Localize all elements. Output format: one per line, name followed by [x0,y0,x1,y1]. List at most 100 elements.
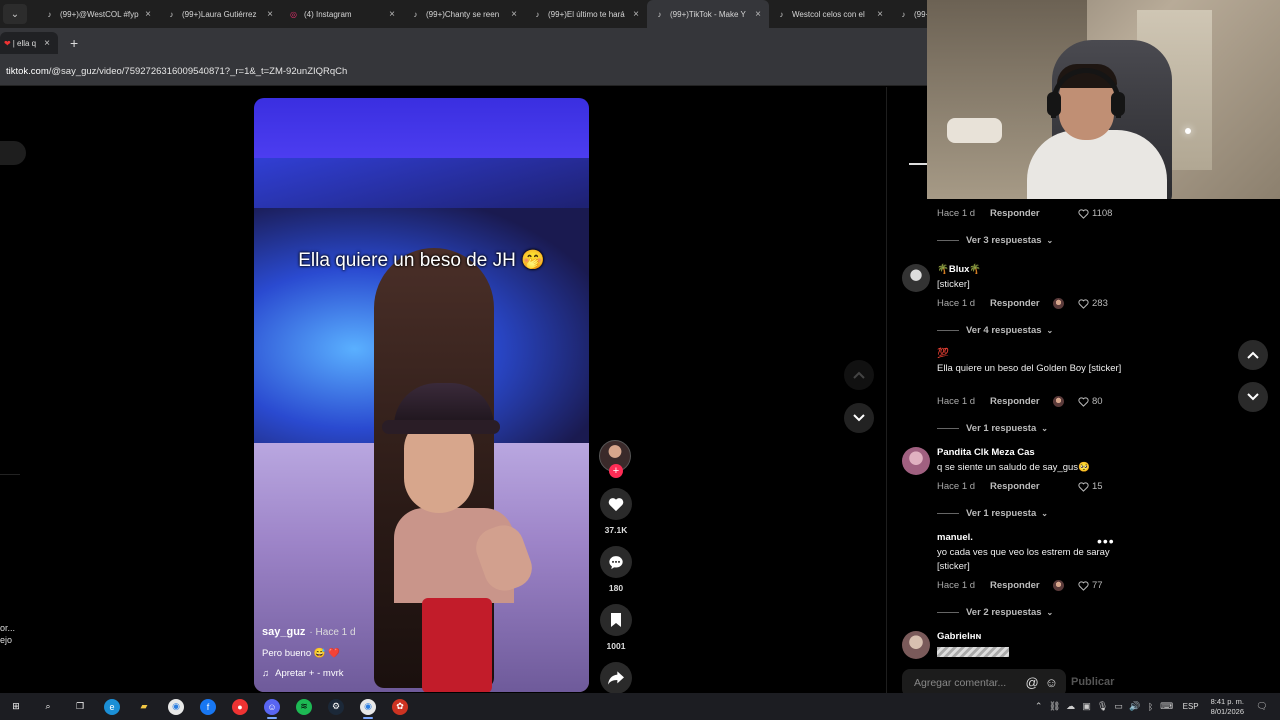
next-video-button[interactable] [844,403,874,433]
commenter-name[interactable]: 💯 [937,348,1127,362]
tab-group-ella[interactable]: ❤ | ella q × [0,32,58,54]
chevron-up-icon[interactable]: ⌃ [1031,701,1047,712]
steam-icon[interactable]: ⚙ [320,693,352,720]
sticker-image[interactable] [937,647,1009,657]
comment-like-button[interactable]: 80 [1078,396,1103,407]
app-icon[interactable]: ✿ [384,693,416,720]
browser-tab[interactable]: ◎ (4) Instagram × [281,0,403,28]
search-icon[interactable]: ⌕ [32,693,64,720]
view-replies-button[interactable]: Ver 4 respuestas ⌄ [937,323,1127,337]
address-bar[interactable]: tiktok.com/@say_guz/video/75927263160095… [0,58,930,86]
reply-button[interactable]: Responder [990,208,1040,219]
view-replies-button[interactable]: Ver 1 respuesta ⌄ [937,421,1127,435]
browser-tab[interactable]: ♪ (99+)Laura Gutiérrez × [159,0,281,28]
comment-button[interactable] [600,546,632,578]
emoji-icon[interactable]: ☺ [1045,675,1058,690]
publish-button[interactable]: Publicar [1071,676,1114,688]
mention-icon[interactable]: @ [1026,675,1039,690]
video-author[interactable]: say_guz · Hace 1 d [262,626,582,638]
commenter-avatar[interactable] [902,447,930,475]
side-chip[interactable] [0,141,26,165]
more-options-icon[interactable]: ••• [1097,533,1115,549]
save-button[interactable] [600,604,632,636]
speaker-icon[interactable]: 🔊 [1127,701,1143,712]
browser-tab[interactable]: ♪ Westcol celos con el × [769,0,891,28]
browser-tab-label: (4) Instagram [304,9,352,19]
view-replies-label: Ver 1 respuesta [966,422,1037,434]
view-replies-button[interactable]: Ver 2 respuestas ⌄ [937,605,1127,619]
link-icon[interactable]: ⛓ [1047,701,1063,712]
reply-button[interactable]: Responder [990,580,1040,591]
close-icon[interactable]: × [511,9,517,20]
reply-button[interactable]: Responder [990,396,1040,407]
display-icon[interactable]: ▭ [1111,701,1127,712]
comment-like-button[interactable]: 283 [1078,298,1108,309]
comment-time: Hace 1 d [937,298,976,309]
author-username[interactable]: say_guz [262,626,305,638]
comment-body: Pandita Clk Meza Cas q se siente un salud… [937,447,1127,475]
facebook-icon[interactable]: f [192,693,224,720]
spotify-icon[interactable]: ≋ [288,693,320,720]
chrome-icon[interactable]: ◉ [160,693,192,720]
video-music[interactable]: ♫ Apretar + - mvrk [262,668,582,679]
previous-video-button[interactable] [844,360,874,390]
comment-like-button[interactable]: 15 [1078,481,1103,492]
file-explorer-icon[interactable]: ▰ [128,693,160,720]
like-button[interactable] [600,488,632,520]
close-icon[interactable]: × [755,9,761,20]
music-note-icon: ♫ [262,668,270,679]
browser-tab[interactable]: ♪ (99+)TikTok - Make Y × [647,0,769,28]
view-replies-button[interactable]: Ver 3 respuestas ⌄ [937,233,1127,247]
scroll-up-button[interactable] [1238,340,1268,370]
reply-button[interactable]: Responder [990,481,1040,492]
tiktok-icon: ♪ [169,9,174,19]
commenter-name[interactable]: Pandita Clk Meza Cas [937,447,1127,461]
notifications-icon[interactable]: 🗨 [1254,701,1270,712]
commenter-avatar[interactable] [902,264,930,292]
close-icon[interactable]: × [145,9,151,20]
follow-plus-icon[interactable]: + [609,464,623,478]
comment-text: [sticker] [937,279,970,290]
bluetooth-icon[interactable]: ᛒ [1143,702,1159,712]
comment-like-button[interactable]: 77 [1078,580,1103,591]
tab-search-button[interactable]: ⌄ [3,4,27,24]
close-icon[interactable]: × [44,38,50,49]
close-icon[interactable]: × [267,9,273,20]
browser-tab[interactable]: ♪ (99+)Chanty se reen × [403,0,525,28]
comment-like-button[interactable]: 1108 [1078,208,1112,219]
reply-button[interactable]: Responder [990,298,1040,309]
language-indicator[interactable]: ESP [1183,702,1199,711]
commenter-name[interactable]: 🌴Blux🌴 [937,264,1127,278]
network-icon[interactable]: ⌨ [1159,701,1175,712]
windows-start-icon[interactable]: ⊞ [0,693,32,720]
browser-tab[interactable]: ♪ (99+)@WestCOL #fyp × [37,0,159,28]
close-icon[interactable]: × [389,9,395,20]
edge-icon[interactable]: e [96,693,128,720]
clock[interactable]: 8:41 p. m. 8/01/2026 [1211,697,1244,717]
microphone-icon[interactable]: 🎙 [1095,701,1111,712]
video-info: say_guz · Hace 1 d Pero bueno 😅 ❤️ ♫ Apret… [262,626,582,679]
file-explorer-icon-glyph: ▰ [140,701,148,711]
share-button[interactable] [600,662,632,694]
close-icon[interactable]: × [877,9,883,20]
view-replies-button[interactable]: Ver 1 respuesta ⌄ [937,506,1127,520]
new-tab-button[interactable]: + [70,35,78,51]
camera-icon[interactable]: ▣ [1079,701,1095,712]
record-icon[interactable]: ● [224,693,256,720]
music-title[interactable]: Apretar + - mvrk [275,668,343,679]
clock-date: 8/01/2026 [1210,706,1244,716]
scroll-down-button[interactable] [1238,382,1268,412]
creator-liked-avatar [1053,580,1064,591]
tiktok-icon: ♪ [779,9,784,19]
video-player[interactable]: Ella quiere un beso de JH 🤭 say_guz · Hac… [254,98,589,692]
browser-tab[interactable]: ♪ (99+)El último te hará × [525,0,647,28]
chrome-icon[interactable]: ◉ [352,693,384,720]
close-icon[interactable]: × [633,9,639,20]
commenter-name[interactable]: Gabrielʜɴ [937,631,1127,645]
creator-avatar[interactable]: + [599,440,633,478]
url-text[interactable]: tiktok.com/@say_guz/video/75927263160095… [6,66,347,77]
commenter-avatar[interactable] [902,631,930,659]
cloud-icon[interactable]: ☁ [1063,701,1079,712]
task-view-icon[interactable]: ❐ [64,693,96,720]
discord-icon[interactable]: ☺ [256,693,288,720]
